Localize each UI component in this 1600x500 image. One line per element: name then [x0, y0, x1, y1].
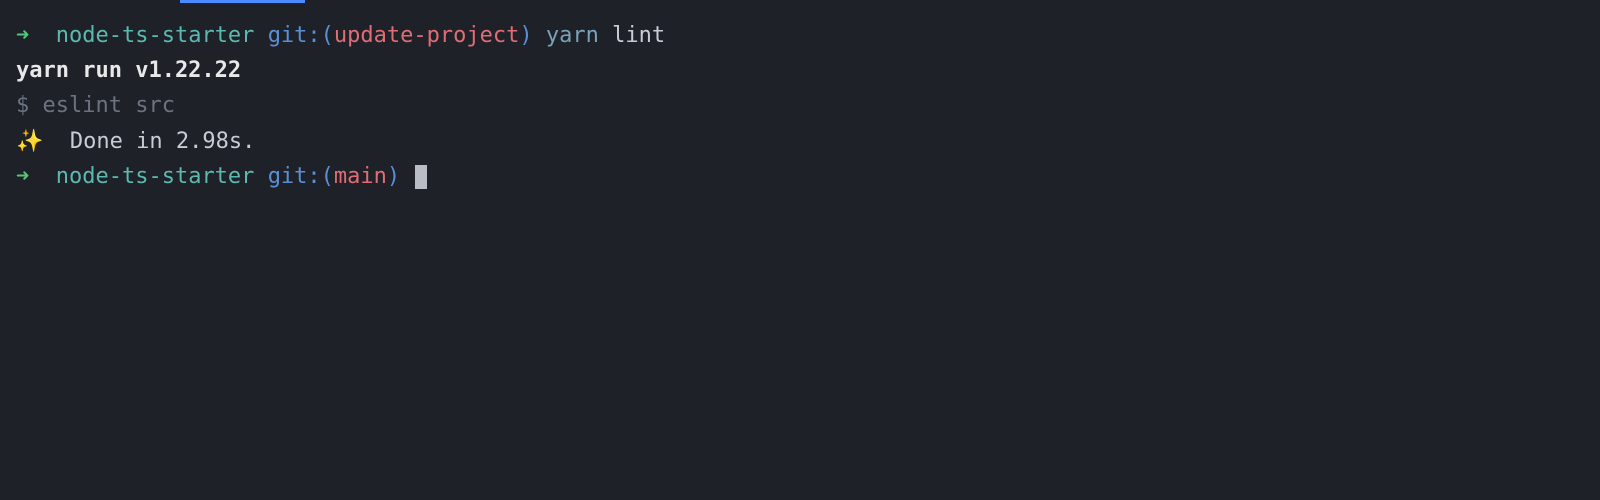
- exec-prefix: $: [16, 93, 43, 118]
- exec-command: eslint src: [43, 93, 175, 118]
- spacer: [254, 23, 267, 48]
- sparkle-icon: ✨: [16, 129, 43, 154]
- spacer: [29, 164, 56, 189]
- done-text: Done in 2.98s.: [43, 129, 255, 154]
- git-branch: main: [334, 164, 387, 189]
- prompt-arrow-icon: ➜: [16, 164, 29, 189]
- directory-name: node-ts-starter: [56, 164, 255, 189]
- spacer: [599, 23, 612, 48]
- spacer: [533, 23, 546, 48]
- prompt-line-2[interactable]: ➜ node-ts-starter git:(main): [16, 159, 1584, 194]
- done-line: ✨ Done in 2.98s.: [16, 124, 1584, 159]
- tab-indicator: [180, 0, 305, 3]
- paren-close: ): [387, 164, 400, 189]
- exec-line: $ eslint src: [16, 88, 1584, 123]
- paren-open: (: [321, 164, 334, 189]
- directory-name: node-ts-starter: [56, 23, 255, 48]
- command-arg: lint: [612, 23, 665, 48]
- spacer: [254, 164, 267, 189]
- spacer: [29, 23, 56, 48]
- git-branch: update-project: [334, 23, 519, 48]
- yarn-version-line: yarn run v1.22.22: [16, 53, 1584, 88]
- prompt-arrow-icon: ➜: [16, 23, 29, 48]
- spacer: [400, 164, 413, 189]
- git-label: git:: [268, 23, 321, 48]
- git-label: git:: [268, 164, 321, 189]
- paren-open: (: [321, 23, 334, 48]
- prompt-line-1[interactable]: ➜ node-ts-starter git:(update-project) y…: [16, 18, 1584, 53]
- paren-close: ): [519, 23, 532, 48]
- command: yarn: [546, 23, 599, 48]
- cursor: [415, 165, 427, 189]
